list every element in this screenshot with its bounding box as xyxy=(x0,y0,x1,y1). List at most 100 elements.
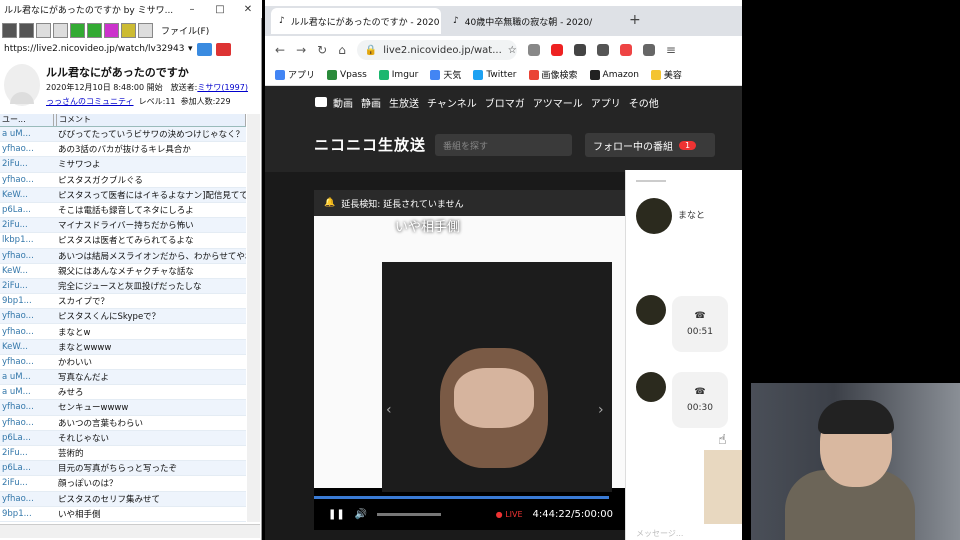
comment-user[interactable]: 2iFu... xyxy=(0,159,54,169)
comment-user[interactable]: yfhao... xyxy=(0,357,54,367)
comment-user[interactable]: a uM... xyxy=(0,372,54,382)
comment-user[interactable]: yfhao... xyxy=(0,494,54,504)
toolbar-icon-7[interactable] xyxy=(104,22,119,38)
comment-user[interactable]: yfhao... xyxy=(0,311,54,321)
seek-bar[interactable] xyxy=(314,496,609,499)
prev-arrow-icon[interactable]: ‹ xyxy=(386,402,392,418)
comment-row[interactable]: yfhao... あいつの言葉もわらい xyxy=(0,416,246,431)
comment-row[interactable]: p6La... そこは電話も録音してネタにしろよ xyxy=(0,203,246,219)
viewer-url-input[interactable]: https://live2.nicovideo.jp/watch/lv32943… xyxy=(4,44,184,54)
comment-user[interactable]: 2iFu... xyxy=(0,478,54,488)
bookmark-twitter[interactable]: Twitter xyxy=(473,69,517,80)
comment-user[interactable]: yfhao... xyxy=(0,251,54,261)
extension-icon-3[interactable] xyxy=(573,44,586,56)
comment-user[interactable]: p6La... xyxy=(0,433,54,443)
comment-row[interactable]: a uM... びびってたっていうビサワの決めつけじゃなく？ xyxy=(0,127,246,143)
comment-user[interactable]: 2iFu... xyxy=(0,448,54,458)
comment-row[interactable]: yfhao... ピスタスのセリフ集みせて xyxy=(0,491,246,507)
toolbar-icon-4[interactable] xyxy=(53,22,68,38)
comment-row[interactable]: KeW... 親父にはあんなメチャクチャな話な xyxy=(0,264,246,279)
comment-row[interactable]: 9bp1... いや相手側 xyxy=(0,507,246,522)
toolbar-icon-3[interactable] xyxy=(36,22,51,38)
bookmark-apps[interactable]: アプリ xyxy=(275,68,315,81)
extension-icon-5[interactable] xyxy=(619,44,632,56)
comment-row[interactable]: lkbp1... ピスタスは医者とてみられてるよな xyxy=(0,233,246,249)
go-icon[interactable] xyxy=(196,42,212,56)
back-icon[interactable]: ← xyxy=(275,43,285,57)
toolbar-icon-6[interactable] xyxy=(87,22,102,38)
disconnect-icon[interactable] xyxy=(19,22,34,38)
nico-live-logo[interactable]: ニコニコ生放送 xyxy=(314,134,426,155)
comment-user[interactable]: yfhao... xyxy=(0,175,54,185)
url-bar[interactable]: 🔒 live2.nicovideo.jp/wat... ☆ xyxy=(356,40,517,60)
comment-row[interactable]: yfhao... センキューwwww xyxy=(0,400,246,416)
comment-row[interactable]: KeW... まなとwwww xyxy=(0,339,246,355)
message-input[interactable]: メッセージ... xyxy=(636,528,683,539)
bookmark-amazon[interactable]: Amazon xyxy=(589,69,639,80)
comment-user[interactable]: KeW... xyxy=(0,342,54,352)
tab-active[interactable]: ♪ ルル君なにがあったのですか - 2020 xyxy=(271,8,441,34)
volume-icon[interactable]: 🔊 xyxy=(355,509,367,520)
column-user[interactable]: ユー... xyxy=(0,114,54,126)
pause-icon[interactable]: ❚❚ xyxy=(328,509,345,520)
tv-icon[interactable] xyxy=(315,97,327,107)
puzzle-icon[interactable] xyxy=(642,44,655,56)
comment-row[interactable]: 2iFu... 芸術的 xyxy=(0,446,246,462)
photo-thumbnail[interactable] xyxy=(704,450,742,524)
comment-row[interactable]: 2iFu... 完全にジュースと灰皿投げだったしな xyxy=(0,278,246,295)
connect-icon[interactable] xyxy=(2,22,17,38)
nav-item[interactable]: アプリ xyxy=(591,95,621,110)
menu-icon[interactable]: ≡ xyxy=(666,43,676,57)
nav-item[interactable]: 生放送 xyxy=(389,95,419,110)
bookmark-image-search[interactable]: 画像検索 xyxy=(528,68,578,81)
stop-icon[interactable] xyxy=(215,42,231,56)
community-link[interactable]: っっさんのコミュニティ xyxy=(46,97,134,106)
call-log-2[interactable]: ☎ 00:30 xyxy=(672,372,728,428)
nav-item[interactable]: 静画 xyxy=(361,95,381,110)
comment-user[interactable]: KeW... xyxy=(0,266,54,276)
comment-user[interactable]: yfhao... xyxy=(0,418,54,428)
contact-avatar[interactable] xyxy=(636,198,672,234)
comment-user[interactable]: KeW... xyxy=(0,190,54,200)
next-arrow-icon[interactable]: › xyxy=(598,402,604,418)
close-icon[interactable]: ✕ xyxy=(234,4,262,15)
maximize-icon[interactable]: □ xyxy=(206,4,234,15)
column-comment[interactable]: コメント xyxy=(57,114,246,126)
dm-slider[interactable] xyxy=(636,180,666,182)
comment-user[interactable]: lkbp1... xyxy=(0,235,54,245)
program-search-input[interactable]: 番組を探す xyxy=(435,134,572,156)
nav-item[interactable]: チャンネル xyxy=(427,95,477,110)
nav-item[interactable]: 動画 xyxy=(333,95,353,110)
comment-user[interactable]: yfhao... xyxy=(0,327,54,337)
nav-item[interactable]: ブロマガ xyxy=(485,95,525,110)
comment-user[interactable]: a uM... xyxy=(0,387,54,397)
nav-item[interactable]: アツマール xyxy=(533,95,583,110)
dropdown-icon[interactable]: ▾ xyxy=(188,44,193,54)
bookmark-weather[interactable]: 天気 xyxy=(430,68,461,81)
comment-row[interactable]: 9bp1... スカイプで？ xyxy=(0,294,246,310)
new-tab-icon[interactable]: + xyxy=(629,12,641,28)
comment-row[interactable]: yfhao... ピスタスくんにSkypeで？ xyxy=(0,309,246,325)
nav-item[interactable]: その他 xyxy=(629,95,659,110)
extension-icon-4[interactable] xyxy=(596,44,609,56)
comment-vertical-scrollbar[interactable] xyxy=(247,114,260,522)
forward-icon[interactable]: → xyxy=(296,43,306,57)
toolbar-icon-5[interactable] xyxy=(70,22,85,38)
comment-row[interactable]: 2iFu... 顔っぽいのは？ xyxy=(0,476,246,492)
comment-user[interactable]: p6La... xyxy=(0,463,54,473)
comment-row[interactable]: p6La... 目元の写真がちらっと写ったぞ xyxy=(0,461,246,477)
volume-slider[interactable] xyxy=(377,512,442,516)
comment-row[interactable]: yfhao... あの3話のパカが抜けるキレ具合か xyxy=(0,142,246,158)
comment-user[interactable]: 2iFu... xyxy=(0,281,54,291)
comment-row[interactable]: yfhao... まなとw xyxy=(0,324,246,340)
comment-row[interactable]: a uM... みせろ xyxy=(0,385,246,401)
comment-row[interactable]: 2iFu... ミサワつよ xyxy=(0,157,246,173)
toolbar-icon-8[interactable] xyxy=(121,22,136,38)
comment-row[interactable]: a uM... 写真なんだよ xyxy=(0,370,246,386)
tab-second[interactable]: ♪ 40歳中卒無職の寂な朝 - 2020/ xyxy=(445,8,615,34)
comment-row[interactable]: yfhao... かわいい xyxy=(0,355,246,370)
comment-user[interactable]: 9bp1... xyxy=(0,296,54,306)
comment-row[interactable]: yfhao... ピスタスガクブルぐる xyxy=(0,173,246,188)
reload-icon[interactable]: ↻ xyxy=(317,43,327,57)
comment-user[interactable]: yfhao... xyxy=(0,144,54,154)
